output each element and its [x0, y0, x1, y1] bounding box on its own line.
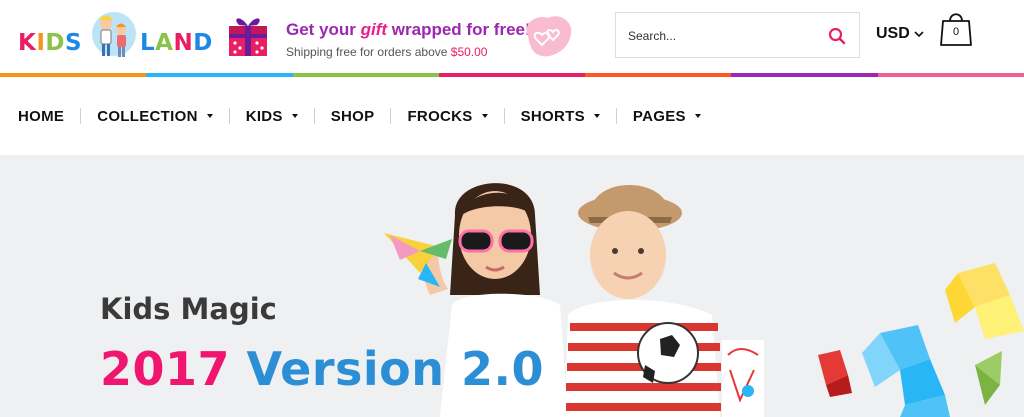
hero-year: 2017	[100, 342, 231, 396]
search-icon[interactable]	[827, 26, 847, 46]
logo-children-illustration	[92, 12, 136, 57]
cart-count: 0	[952, 26, 960, 38]
nav-separator	[390, 108, 392, 124]
nav-item-pages[interactable]: PAGES	[633, 108, 701, 125]
nav-item-label: PAGES	[632, 107, 686, 125]
nav-separator	[228, 108, 230, 124]
search-input[interactable]	[628, 27, 808, 45]
nav-item-label: COLLECTION	[97, 107, 198, 125]
caret-down-icon	[481, 114, 488, 118]
nav-separator	[313, 108, 315, 124]
nav-item-label: SHORTS	[520, 107, 585, 125]
hero-banner[interactable]: Kids Magic 2017 Version 2.0	[0, 155, 1024, 417]
nav-separator	[615, 108, 617, 124]
hero-title: 2017 Version 2.0	[100, 342, 544, 396]
nav-item-label: HOME	[18, 107, 65, 125]
caret-down-icon	[206, 114, 213, 118]
nav-item-home[interactable]: HOME	[18, 108, 64, 125]
caret-down-icon	[694, 114, 701, 118]
site-header: KIDS LAND Get your gift wrapped for free…	[0, 0, 1024, 73]
nav-item-label: KIDS	[245, 107, 283, 125]
promo-banner: Get your gift wrapped for free! Shipping…	[286, 20, 531, 59]
nav-item-shop[interactable]: SHOP	[331, 108, 375, 125]
caret-down-icon	[291, 114, 298, 118]
promo-title: Get your gift wrapped for free!	[286, 20, 531, 39]
caret-down-icon	[593, 114, 600, 118]
paper-pinwheels	[818, 263, 1024, 417]
site-logo[interactable]: KIDS LAND	[18, 10, 213, 62]
hero-version: Version 2.0	[246, 342, 545, 396]
main-navigation: HOME COLLECTION KIDS SHOP FROCKS SHORTS …	[0, 77, 1024, 155]
cart-button[interactable]: 0	[938, 9, 974, 49]
currency-selector[interactable]: USD	[876, 25, 924, 43]
nav-separator	[80, 108, 82, 124]
nav-item-kids[interactable]: KIDS	[246, 108, 298, 125]
nav-item-label: FROCKS	[407, 107, 473, 125]
nav-separator	[503, 108, 505, 124]
hero-kicker: Kids Magic	[100, 292, 277, 326]
logo-land-text: LAND	[140, 30, 213, 56]
promo-subtitle: Shipping free for orders above $50.00	[286, 45, 488, 59]
boy-figure	[565, 185, 721, 417]
hearts-icon	[526, 16, 572, 57]
nav-item-label: SHOP	[330, 107, 375, 125]
child-drawing	[722, 340, 764, 417]
nav-item-shorts[interactable]: SHORTS	[521, 108, 600, 125]
gift-icon	[229, 18, 267, 56]
currency-label: USD	[876, 25, 910, 42]
search-box	[615, 12, 860, 58]
nav-item-collection[interactable]: COLLECTION	[97, 108, 213, 125]
nav-item-frocks[interactable]: FROCKS	[407, 107, 488, 125]
logo-kids-text: KIDS	[18, 30, 83, 56]
chevron-down-icon	[914, 31, 924, 38]
